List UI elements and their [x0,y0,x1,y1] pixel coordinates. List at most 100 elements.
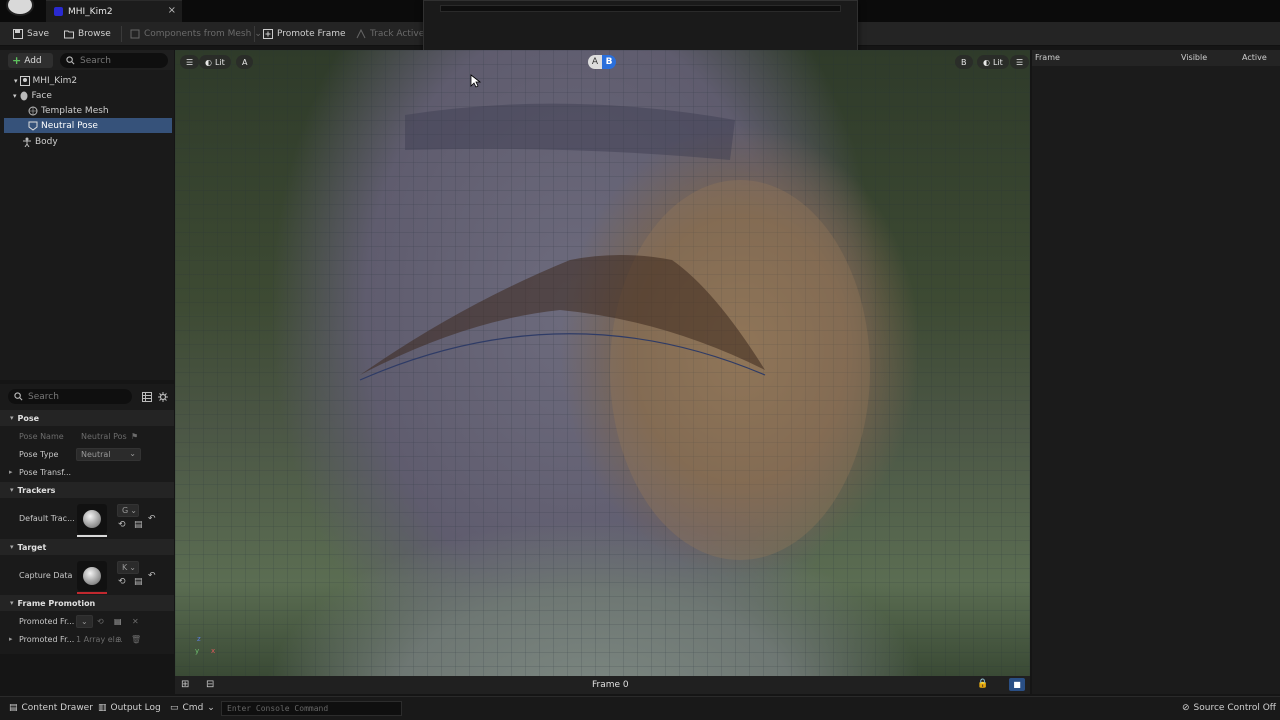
axis-z-label: z [197,635,201,643]
default-tracker-dropdown[interactable]: G ⌄ [117,504,139,517]
section-target[interactable]: ▾ Target [0,539,174,555]
tree-item-face[interactable]: ▾ Face [4,88,172,103]
tree-item-body[interactable]: Body [4,134,172,149]
save-label: Save [27,29,50,39]
details-search-input[interactable]: Search [8,389,132,404]
section-pose[interactable]: ▾ Pose [0,410,174,426]
close-tab-icon[interactable]: × [168,5,176,16]
content-drawer-icon: ▤ [9,703,18,713]
timeline-bar: ⊞ ⊟ Frame 0 🔒 ■ [175,676,1030,694]
ab-view-toggle[interactable]: A B [588,55,616,69]
pose-type-dropdown[interactable]: Neutral ⌄ [76,448,141,461]
table-view-icon[interactable] [142,392,152,402]
section-trackers[interactable]: ▾ Trackers [0,482,174,498]
components-from-mesh-button[interactable]: Components from Mesh ⌄ [130,26,262,42]
column-visible[interactable]: Visible [1181,53,1207,62]
source-control-label: Source Control Off [1193,703,1276,713]
search-icon [14,392,23,401]
mouse-cursor-icon [470,74,482,88]
console-placeholder: Enter Console Command [227,704,329,713]
use-selected-icon[interactable]: ⟲ [97,617,104,626]
promote-frame-button[interactable]: Promote Frame [263,26,346,42]
save-button[interactable]: Save [13,26,49,42]
remove-frame-icon[interactable]: ⊟ [206,679,214,690]
components-icon [130,29,140,39]
browse-asset-icon[interactable]: ▤ [134,577,143,587]
reset-arrow-icon[interactable]: ↶ [148,571,156,581]
frame-number: Frame 0 [592,680,629,690]
cmd-label: Cmd [182,703,204,713]
axis-y-label: y [195,647,200,655]
pose-name-label: Pose Name [19,432,64,441]
tree-item-mhi-kim2[interactable]: ▾ MHI_Kim2 [4,73,172,88]
browse-asset-icon[interactable]: ▤ [134,520,143,530]
chevron-down-icon: ⌄ [81,617,88,626]
unreal-logo-icon[interactable] [6,0,34,16]
mesh-icon [28,106,38,115]
default-tracker-thumbnail[interactable] [77,504,107,537]
capture-data-dropdown[interactable]: K ⌄ [117,561,139,574]
outliner-search-input[interactable]: Search [60,53,168,68]
cmd-dropdown[interactable]: ▭ Cmd ⌄ [170,703,215,713]
outliner-panel: + Add Search ▾ MHI_Kim2 ▾ Face Template … [0,50,174,380]
add-frame-icon[interactable]: ⊞ [181,679,189,690]
output-log-button[interactable]: ▥ Output Log [98,703,161,713]
default-tracker-label: Default Trac... [19,514,75,523]
promoted-frames-label: Promoted Fr... [19,617,75,626]
column-active[interactable]: Active [1242,53,1267,62]
reset-arrow-icon[interactable]: ↶ [148,514,156,524]
add-element-icon[interactable]: ⊕ [115,635,122,644]
gear-icon[interactable] [158,392,168,402]
promoted-frames-dropdown[interactable]: ⌄ [76,615,93,628]
track-active-button[interactable]: Track Active I [356,26,430,42]
camera-a-chip[interactable]: A [236,55,254,69]
source-control-button[interactable]: ⊘ Source Control Off [1182,703,1276,713]
hamburger-menu-icon[interactable]: ☰ [180,55,200,69]
camera-toggle-icon[interactable]: ■ [1009,678,1025,691]
axis-x-label: x [211,647,216,655]
asset-sphere-icon [83,510,101,528]
lit-sphere-icon: ◐ [205,57,212,67]
save-icon [13,29,23,39]
add-frame-icon [263,29,273,39]
chevron-down-icon: ⌄ [129,563,136,572]
lock-icon[interactable]: 🔒 [977,679,988,689]
add-button[interactable]: + Add [8,53,53,68]
lit-mode-left[interactable]: ◐ Lit [199,55,231,69]
use-selected-icon[interactable]: ⟲ [118,577,126,587]
use-selected-icon[interactable]: ⟲ [118,520,126,530]
view-a-button[interactable]: A [588,55,602,69]
pose-icon [28,121,38,131]
tree-item-template-mesh[interactable]: Template Mesh [4,103,172,118]
clear-icon[interactable]: ✕ [132,617,139,626]
metahuman-icon [19,75,30,86]
expand-caret-icon: ▾ [10,414,14,422]
tab-mhi-kim2[interactable]: MHI_Kim2 × [46,0,182,22]
browse-button[interactable]: Browse [64,26,111,42]
capture-data-label: Capture Data [19,571,73,580]
browse-label: Browse [78,29,111,39]
details-panel: Search ▾ Pose Pose Name Neutral Pos ⚑ Po… [0,384,174,654]
default-tracker-combo-value: G [122,506,129,515]
capture-data-thumbnail[interactable] [77,561,107,594]
tree-item-label: Neutral Pose [41,120,98,131]
view-b-button[interactable]: B [602,55,616,69]
output-log-label: Output Log [110,703,161,713]
section-frame-promotion[interactable]: ▾ Frame Promotion [0,595,174,611]
camera-b-chip[interactable]: B [955,55,973,69]
lit-sphere-icon: ◐ [983,57,990,67]
hamburger-menu-icon[interactable]: ☰ [1010,55,1030,69]
column-frame[interactable]: Frame [1035,53,1060,62]
console-command-input[interactable]: Enter Console Command [221,701,402,716]
pose-transform-label: Pose Transf... [19,468,72,477]
expand-caret-icon: ▾ [10,599,14,607]
content-drawer-button[interactable]: ▤ Content Drawer [9,703,93,713]
delete-icon[interactable]: 🗑 [131,635,141,644]
tree-item-neutral-pose[interactable]: Neutral Pose [4,118,172,133]
lit-mode-right[interactable]: ◐ Lit [977,55,1009,69]
pose-name-value: Neutral Pos [81,432,127,441]
frames-panel: Frame Visible Active [1032,50,1280,694]
viewport[interactable]: ☰ ◐ Lit A A B B ◐ Lit ☰ z y x [175,50,1030,676]
chevron-down-icon: ⌄ [207,703,215,713]
browse-asset-icon[interactable]: ▤ [114,617,122,626]
